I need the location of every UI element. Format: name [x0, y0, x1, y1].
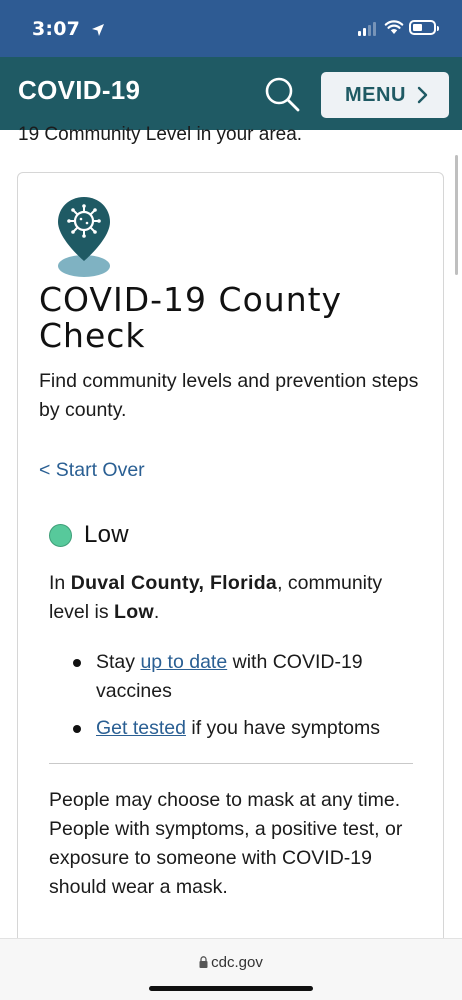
browser-url-bar[interactable]: cdc.gov [0, 938, 462, 1000]
home-indicator[interactable] [149, 986, 313, 991]
list-item: Stay up to date with COVID-19 vaccines [49, 648, 429, 706]
wifi-icon [384, 20, 404, 34]
status-time: 3:07 [32, 18, 105, 40]
search-button[interactable] [262, 74, 302, 114]
location-arrow-icon [91, 23, 104, 36]
get-tested-link[interactable]: Get tested [96, 717, 186, 739]
card-title: COVID-19 County Check [39, 280, 343, 355]
status-bar: 3:07 [0, 0, 462, 57]
cellular-signal-icon [358, 22, 376, 36]
menu-button[interactable]: MENU [321, 72, 449, 118]
up-to-date-link[interactable]: up to date [140, 651, 227, 673]
scrollbar[interactable] [455, 155, 458, 275]
search-icon [265, 77, 300, 112]
menu-button-label: MENU [345, 83, 406, 106]
chevron-right-icon [416, 86, 428, 104]
county-level-value: Low [114, 601, 154, 623]
intro-text-fragment: 19 Community Level in your area. [18, 124, 303, 145]
level-label: Low [84, 521, 129, 548]
county-name: Duval County, Florida [70, 572, 278, 594]
battery-icon [409, 20, 439, 35]
county-level-statement: In Duval County, Florida, community leve… [49, 572, 383, 623]
community-level-indicator: Low [49, 521, 129, 549]
divider [49, 763, 413, 764]
start-over-link[interactable]: < Start Over [39, 459, 145, 482]
virus-location-pin-icon [56, 195, 112, 284]
prevention-steps-list: Stay up to date with COVID-19 vaccines G… [49, 648, 429, 751]
url-display[interactable]: cdc.gov [0, 954, 462, 971]
list-item: Get tested if you have symptoms [49, 714, 429, 743]
lock-icon [199, 956, 208, 968]
mask-guidance-text: People may choose to mask at any time. P… [49, 789, 403, 898]
site-title[interactable]: COVID-19 [18, 75, 140, 106]
card-description: Find community levels and prevention ste… [39, 370, 419, 421]
level-status-dot [49, 523, 72, 547]
